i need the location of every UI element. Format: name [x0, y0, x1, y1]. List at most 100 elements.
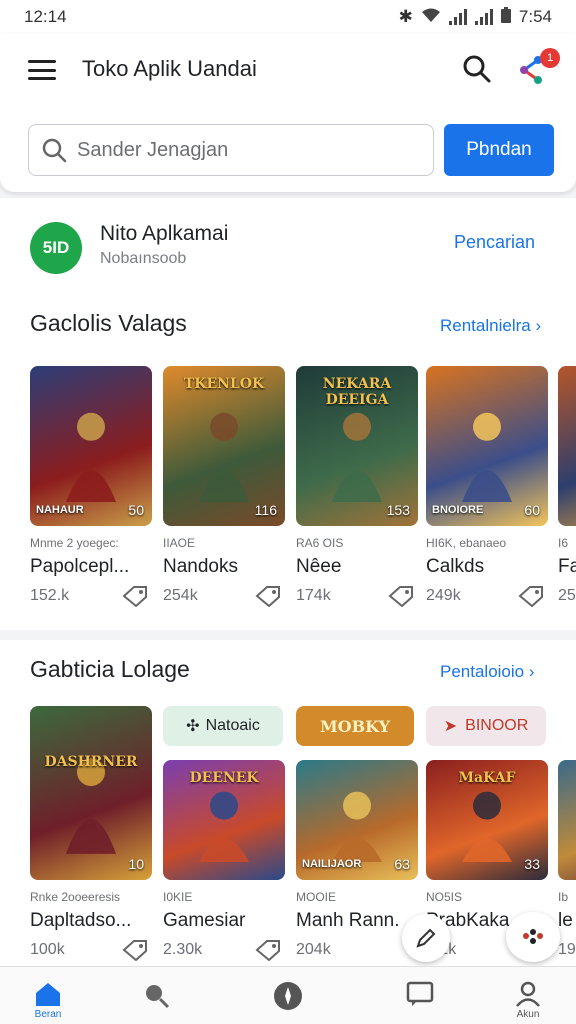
- thumb-title: MaKAF: [458, 770, 516, 786]
- message-icon: [406, 981, 434, 1006]
- thumb-number: 33: [524, 856, 540, 872]
- app-developer: Ib: [558, 890, 569, 904]
- battery-icon: [500, 6, 511, 28]
- pencil-icon: [416, 928, 436, 948]
- section-featured: 5ID Nito Aplkamai Nobaınsoob Pencarian G…: [0, 198, 576, 630]
- thumb-label: NAILIJAOR: [302, 858, 362, 870]
- search-button[interactable]: Pbndan: [444, 124, 554, 176]
- app-thumbnail: MaKAF 33: [426, 760, 548, 880]
- app-name: Dapltadso...: [30, 910, 132, 931]
- tag-icon[interactable]: [388, 585, 414, 608]
- app-name: Nêee: [296, 556, 342, 577]
- app-thumbnail: NAHAUR 50: [30, 366, 152, 526]
- nav-messages[interactable]: [380, 967, 460, 1024]
- app-thumbnail: BNOIORE 60: [426, 366, 548, 526]
- thumb-number: 50: [128, 502, 144, 518]
- section2-see-all-link[interactable]: Pentaloioio ›: [440, 662, 535, 682]
- thumb-title: DASHRNER: [44, 754, 138, 770]
- thumb-title: TKENLOK: [183, 376, 265, 392]
- app-size: 204k: [296, 941, 331, 958]
- tag-icon[interactable]: [122, 939, 148, 962]
- chat-icon: [523, 929, 543, 944]
- thumb-title: DEENEK: [189, 770, 259, 786]
- app-size: 249k: [426, 587, 461, 604]
- home-icon: [36, 983, 60, 1006]
- search-field[interactable]: [28, 124, 434, 176]
- category-pill[interactable]: MOBKY: [296, 706, 414, 746]
- app-name: Gamesiar: [163, 910, 246, 931]
- app-thumbnail: TKENLOK 116: [163, 366, 285, 526]
- status-bar: 12:14 ✱ 7:54: [0, 0, 576, 34]
- thumb-label: NAHAUR: [36, 504, 84, 516]
- section1-see-all-link[interactable]: Rentalnielra ›: [440, 316, 541, 336]
- app-thumbnail: DEENEK: [163, 760, 285, 880]
- signal-icon-2: [474, 9, 493, 25]
- puzzle-icon: ✣: [186, 718, 200, 735]
- pill-label: BINOOR: [465, 717, 529, 734]
- app-thumbnail: NEKARA DEEIGA 153: [296, 366, 418, 526]
- tag-icon[interactable]: [518, 585, 544, 608]
- status-time-right: 7:54: [518, 7, 552, 26]
- status-icons: ✱ 7:54: [398, 6, 552, 28]
- explore-icon: [146, 985, 170, 1009]
- category-pill[interactable]: ✣ Natoaic: [163, 706, 283, 746]
- app-size: 174k: [296, 587, 331, 604]
- app-size: 152.k: [30, 587, 70, 604]
- nav-updates[interactable]: [248, 967, 328, 1024]
- app-name: Papolcepl...: [30, 556, 130, 577]
- status-time: 12:14: [24, 7, 67, 26]
- app-card-partial[interactable]: I6 Fa 25: [558, 366, 576, 606]
- app-developer: NO5IS: [426, 890, 463, 904]
- signal-icon: [448, 9, 467, 25]
- promo-link[interactable]: Pencarian: [454, 232, 535, 253]
- app-developer: I6: [558, 536, 569, 550]
- app-card-text-partial[interactable]: Ib le 19: [558, 720, 576, 960]
- promo-logo: 5ID: [30, 222, 82, 274]
- section2-row: ✣ Natoaic MOBKY ➤ BINOOR DASHRNER 10 DEE…: [0, 706, 576, 962]
- nav-home[interactable]: Beran: [8, 967, 88, 1024]
- pill-label: Natoaic: [205, 717, 260, 734]
- compass-icon: [274, 982, 302, 1010]
- edit-fab[interactable]: [402, 914, 450, 962]
- menu-icon[interactable]: [28, 60, 56, 80]
- app-developer: HI6K, ebanaeo: [426, 536, 507, 550]
- user-icon: [516, 981, 540, 1007]
- section-popular: Gabticia Lolage Pentaloioio › ✣ Natoaic …: [0, 640, 576, 966]
- pill-label: MOBKY: [319, 716, 391, 736]
- play-icon: ➤: [443, 718, 458, 735]
- app-developer: I0KIE: [163, 890, 193, 904]
- tag-icon[interactable]: [122, 585, 148, 608]
- tag-icon[interactable]: [255, 939, 281, 962]
- app-name: Fa: [558, 556, 576, 577]
- artwork-figure: [66, 758, 116, 854]
- section1-row: NAHAUR 50 Mnme 2 yoegec: Papolcepl... 15…: [0, 366, 576, 608]
- notification-badge: 1: [540, 48, 560, 68]
- search-field-icon: [42, 138, 67, 163]
- thumb-number: 60: [524, 502, 540, 518]
- thumb-title: NEKARA DEEIGA: [322, 376, 392, 408]
- nav-account[interactable]: Akun: [488, 967, 568, 1024]
- wifi-icon: [421, 7, 441, 28]
- tag-icon[interactable]: [255, 585, 281, 608]
- app-developer: Rnke 2ooeeresis: [30, 890, 121, 904]
- thumb-number: 10: [128, 856, 144, 872]
- bluetooth-icon: ✱: [398, 7, 413, 26]
- app-size: 2.30k: [163, 941, 203, 958]
- bottom-navigation: Beran Akun: [0, 966, 576, 1024]
- app-name: Manh Rann.: [296, 910, 400, 931]
- nav-search[interactable]: [116, 967, 196, 1024]
- app-size: 254k: [163, 587, 198, 604]
- promo-subtitle: Nobaınsoob: [100, 250, 187, 267]
- thumb-number: 63: [394, 856, 410, 872]
- nav-home-label: Beran: [34, 1009, 62, 1020]
- app-header: Toko Aplik Uandai 1 Pbndan: [0, 34, 576, 192]
- category-pill[interactable]: ➤ BINOOR: [426, 706, 546, 746]
- search-input[interactable]: [77, 138, 397, 162]
- app-developer: Mnme 2 yoegec:: [30, 536, 119, 550]
- search-icon[interactable]: [462, 54, 492, 84]
- app-developer: RA6 OIS: [296, 536, 344, 550]
- artwork-figure: [558, 366, 576, 526]
- thumb-label: BNOIORE: [432, 504, 484, 516]
- chat-fab[interactable]: [506, 912, 560, 962]
- app-size: 19: [558, 941, 576, 958]
